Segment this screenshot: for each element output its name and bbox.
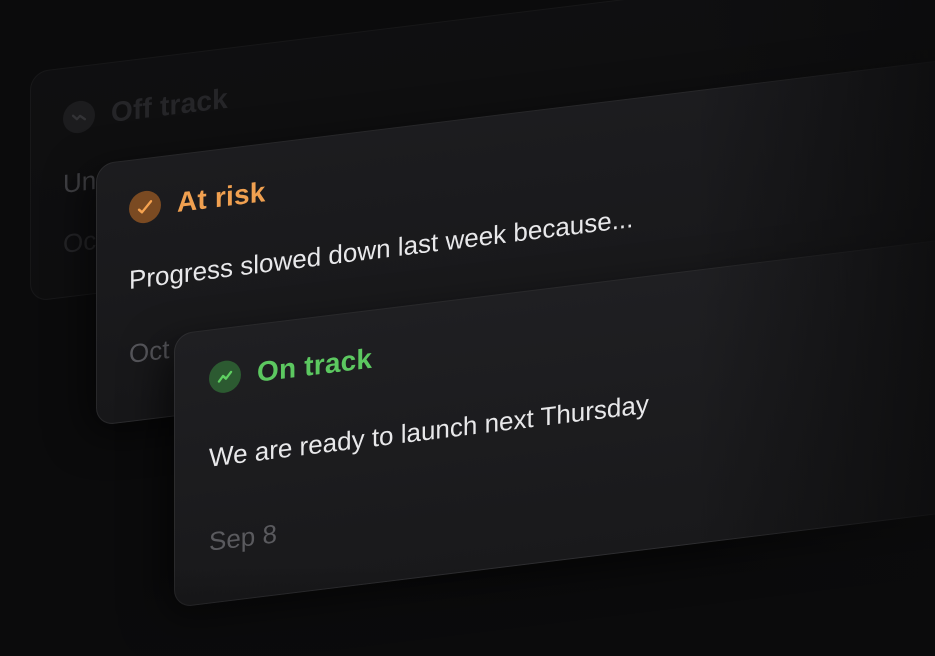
update-date: Oc: [63, 224, 97, 259]
update-date: Oct: [129, 333, 170, 369]
on-track-icon: [209, 358, 241, 395]
status-row: On track: [209, 343, 372, 395]
status-label: Off track: [111, 82, 228, 129]
status-label: At risk: [177, 176, 266, 219]
at-risk-icon: [129, 189, 161, 225]
update-message: We are ready to launch next Thursday: [209, 388, 649, 473]
update-message: Progress slowed down last week because..…: [129, 203, 634, 295]
updates-stack: Off track Un Oc At risk Progress slowed …: [0, 0, 935, 656]
status-row: At risk: [129, 176, 266, 225]
bottom-fade: [0, 566, 935, 656]
status-row: Off track: [63, 83, 228, 135]
update-date: Sep 8: [209, 518, 277, 557]
off-track-icon: [63, 99, 95, 135]
update-message: Un: [63, 164, 97, 199]
status-label: On track: [257, 342, 373, 388]
